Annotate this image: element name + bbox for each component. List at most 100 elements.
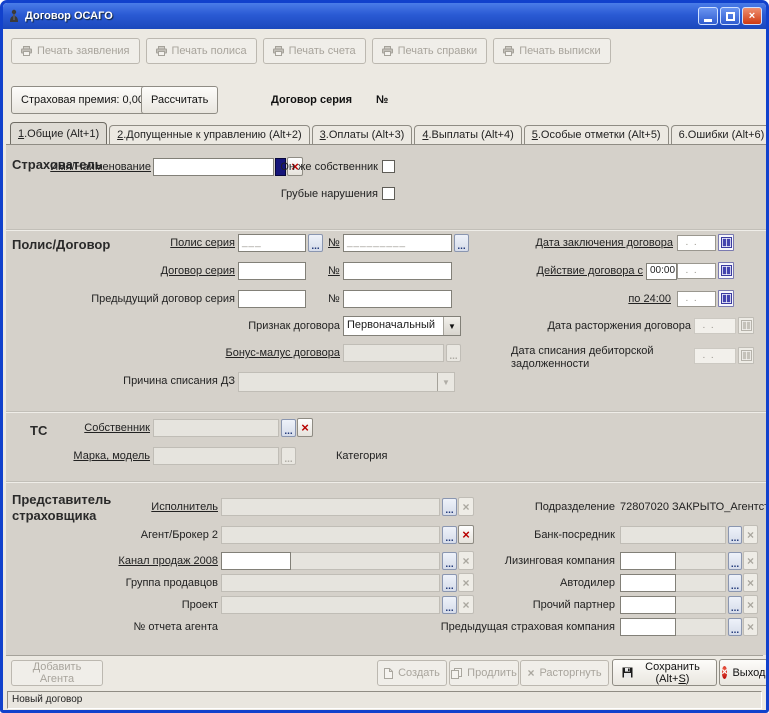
insured-name-label[interactable]: Имя/Наименование [31, 161, 151, 173]
premium-button[interactable]: Страховая премия: 0,00 [11, 86, 154, 114]
bank-intermediary-input [620, 526, 726, 544]
clear-x-icon: × [301, 420, 309, 435]
policy-number-input[interactable]: _________ [343, 234, 452, 252]
validity-from-time-input[interactable]: 00:00 [646, 263, 677, 280]
conclusion-date-input[interactable]: . . [677, 235, 716, 251]
tab-errors[interactable]: 6.Ошибки (Alt+6) [670, 125, 766, 144]
vehicle-owner-clear-button[interactable]: × [297, 418, 313, 437]
same-owner-checkbox[interactable] [382, 160, 395, 173]
validity-from-calendar-button[interactable] [718, 262, 734, 279]
contract-number-label[interactable]: № [328, 265, 342, 277]
sales-channel-label[interactable]: Канал продаж 2008 [98, 555, 218, 567]
print-extract-label: Печать выписки [519, 45, 601, 57]
agent-broker-clear-button[interactable]: × [458, 525, 474, 544]
tab-special-notes[interactable]: 5.Особые отметки (Alt+5) [523, 125, 669, 144]
vehicle-model-input [153, 447, 279, 465]
tab-payments-in[interactable]: 3.Оплаты (Alt+3) [311, 125, 413, 144]
sales-channel-code-input[interactable] [221, 552, 291, 570]
leasing-company-code-input[interactable] [620, 552, 676, 570]
bonus-malus-label[interactable]: Бонус-малус договора [210, 347, 340, 359]
section-divider [6, 481, 766, 483]
other-partner-code-input[interactable] [620, 596, 676, 614]
policy-series-input[interactable]: ___ [238, 234, 306, 252]
print-invoice-button[interactable]: Печать счета [262, 38, 366, 64]
tab-general[interactable]: 1.Общие (Alt+1) [10, 122, 108, 144]
title-bar[interactable]: Договор ОСАГО × [3, 3, 766, 29]
calculate-button[interactable]: Рассчитать [141, 86, 219, 114]
calendar-icon [720, 265, 732, 276]
tab-payments-out[interactable]: 4.Выплаты (Alt+4) [414, 125, 522, 144]
sellers-group-lookup-button[interactable]: ... [442, 574, 457, 592]
leasing-company-lookup-button[interactable]: ... [728, 552, 742, 570]
other-partner-lookup-button[interactable]: ... [728, 596, 742, 614]
auto-dealer-code-input[interactable] [620, 574, 676, 592]
print-certificate-label: Печать справки [397, 45, 478, 57]
executor-label[interactable]: Исполнитель [118, 501, 218, 513]
clear-x-icon: × [462, 575, 470, 590]
exit-label: Выход [732, 666, 766, 679]
writeoff-reason-select: ▼ [238, 372, 455, 392]
document-icon [384, 667, 394, 679]
prolong-label: Продлить [467, 667, 517, 679]
exit-button[interactable]: × Выход [719, 659, 766, 686]
contract-series-input[interactable] [238, 262, 306, 280]
maximize-button[interactable] [720, 7, 740, 25]
save-button[interactable]: Сохранить (Alt+S) [612, 659, 717, 686]
calculate-label: Рассчитать [151, 94, 209, 106]
minimize-button[interactable] [698, 7, 718, 25]
auto-dealer-lookup-button[interactable]: ... [728, 574, 742, 592]
policy-series-lookup-button[interactable]: ... [308, 234, 323, 252]
project-lookup-button[interactable]: ... [442, 596, 457, 614]
contract-number-header-label: № [376, 94, 389, 106]
exit-icon: × [721, 666, 728, 679]
previous-insurer-code-input[interactable] [620, 618, 676, 636]
print-certificate-button[interactable]: Печать справки [371, 38, 488, 64]
gross-violations-checkbox[interactable] [382, 187, 395, 200]
validity-to-date-input[interactable]: . . [677, 291, 716, 307]
auto-dealer-clear-button: × [743, 573, 758, 592]
policy-series-label[interactable]: Полис серия [135, 237, 235, 249]
create-button[interactable]: Создать [377, 660, 447, 686]
print-extract-button[interactable]: Печать выписки [493, 38, 611, 64]
clear-x-icon: × [462, 597, 470, 612]
agent-broker-lookup-button[interactable]: ... [442, 526, 457, 544]
print-statement-button[interactable]: Печать заявления [11, 38, 140, 64]
validity-to-calendar-button[interactable] [718, 290, 734, 307]
auto-dealer-label: Автодилер [560, 577, 615, 589]
validity-to-label[interactable]: по 24:00 [601, 293, 671, 305]
previous-contract-series-input[interactable] [238, 290, 306, 308]
close-button[interactable]: × [742, 7, 762, 25]
conclusion-date-label[interactable]: Дата заключения договора [493, 237, 673, 249]
vehicle-owner-label[interactable]: Собственник [50, 422, 150, 434]
print-policy-button[interactable]: Печать полиса [145, 38, 257, 64]
tab-allowed-drivers[interactable]: 2.Допущенные к управлению (Alt+2) [109, 125, 310, 144]
input-mask: _________ [347, 237, 407, 248]
policy-number-lookup-button[interactable]: ... [454, 234, 469, 252]
previous-insurer-label: Предыдущая страховая компания [440, 621, 615, 633]
vehicle-owner-lookup-button[interactable]: ... [281, 419, 296, 437]
policy-section-title: Полис/Договор [12, 237, 111, 252]
validity-from-label[interactable]: Действие договора с [503, 265, 643, 277]
terminate-button[interactable]: × Расторгнуть [520, 660, 609, 686]
save-icon [622, 667, 633, 678]
conclusion-calendar-button[interactable] [718, 234, 734, 251]
add-agent-button[interactable]: Добавить Агента [11, 660, 103, 686]
validity-from-date-input[interactable]: . . [677, 263, 716, 279]
same-owner-label: Он же собственник [280, 161, 378, 173]
executor-lookup-button[interactable]: ... [442, 498, 457, 516]
contract-series-label[interactable]: Договор серия [135, 265, 235, 277]
sales-channel-lookup-button[interactable]: ... [442, 552, 457, 570]
vehicle-owner-input[interactable] [153, 419, 279, 437]
action-bar: Добавить Агента Создать Продлить × Расто… [6, 655, 766, 689]
vehicle-model-label[interactable]: Марка, модель [50, 450, 150, 462]
clear-x-icon: × [462, 553, 470, 568]
contract-sign-select[interactable]: Первоначальный ▼ [343, 316, 461, 336]
sellers-group-label: Группа продавцов [125, 577, 218, 589]
policy-number-label[interactable]: № [328, 237, 342, 249]
previous-contract-number-input[interactable] [343, 290, 452, 308]
contract-number-input[interactable] [343, 262, 452, 280]
prolong-button[interactable]: Продлить [449, 660, 519, 686]
bank-intermediary-lookup-button[interactable]: ... [728, 526, 742, 544]
previous-insurer-lookup-button[interactable]: ... [728, 618, 742, 636]
previous-contract-series-label: Предыдущий договор серия [91, 293, 235, 305]
